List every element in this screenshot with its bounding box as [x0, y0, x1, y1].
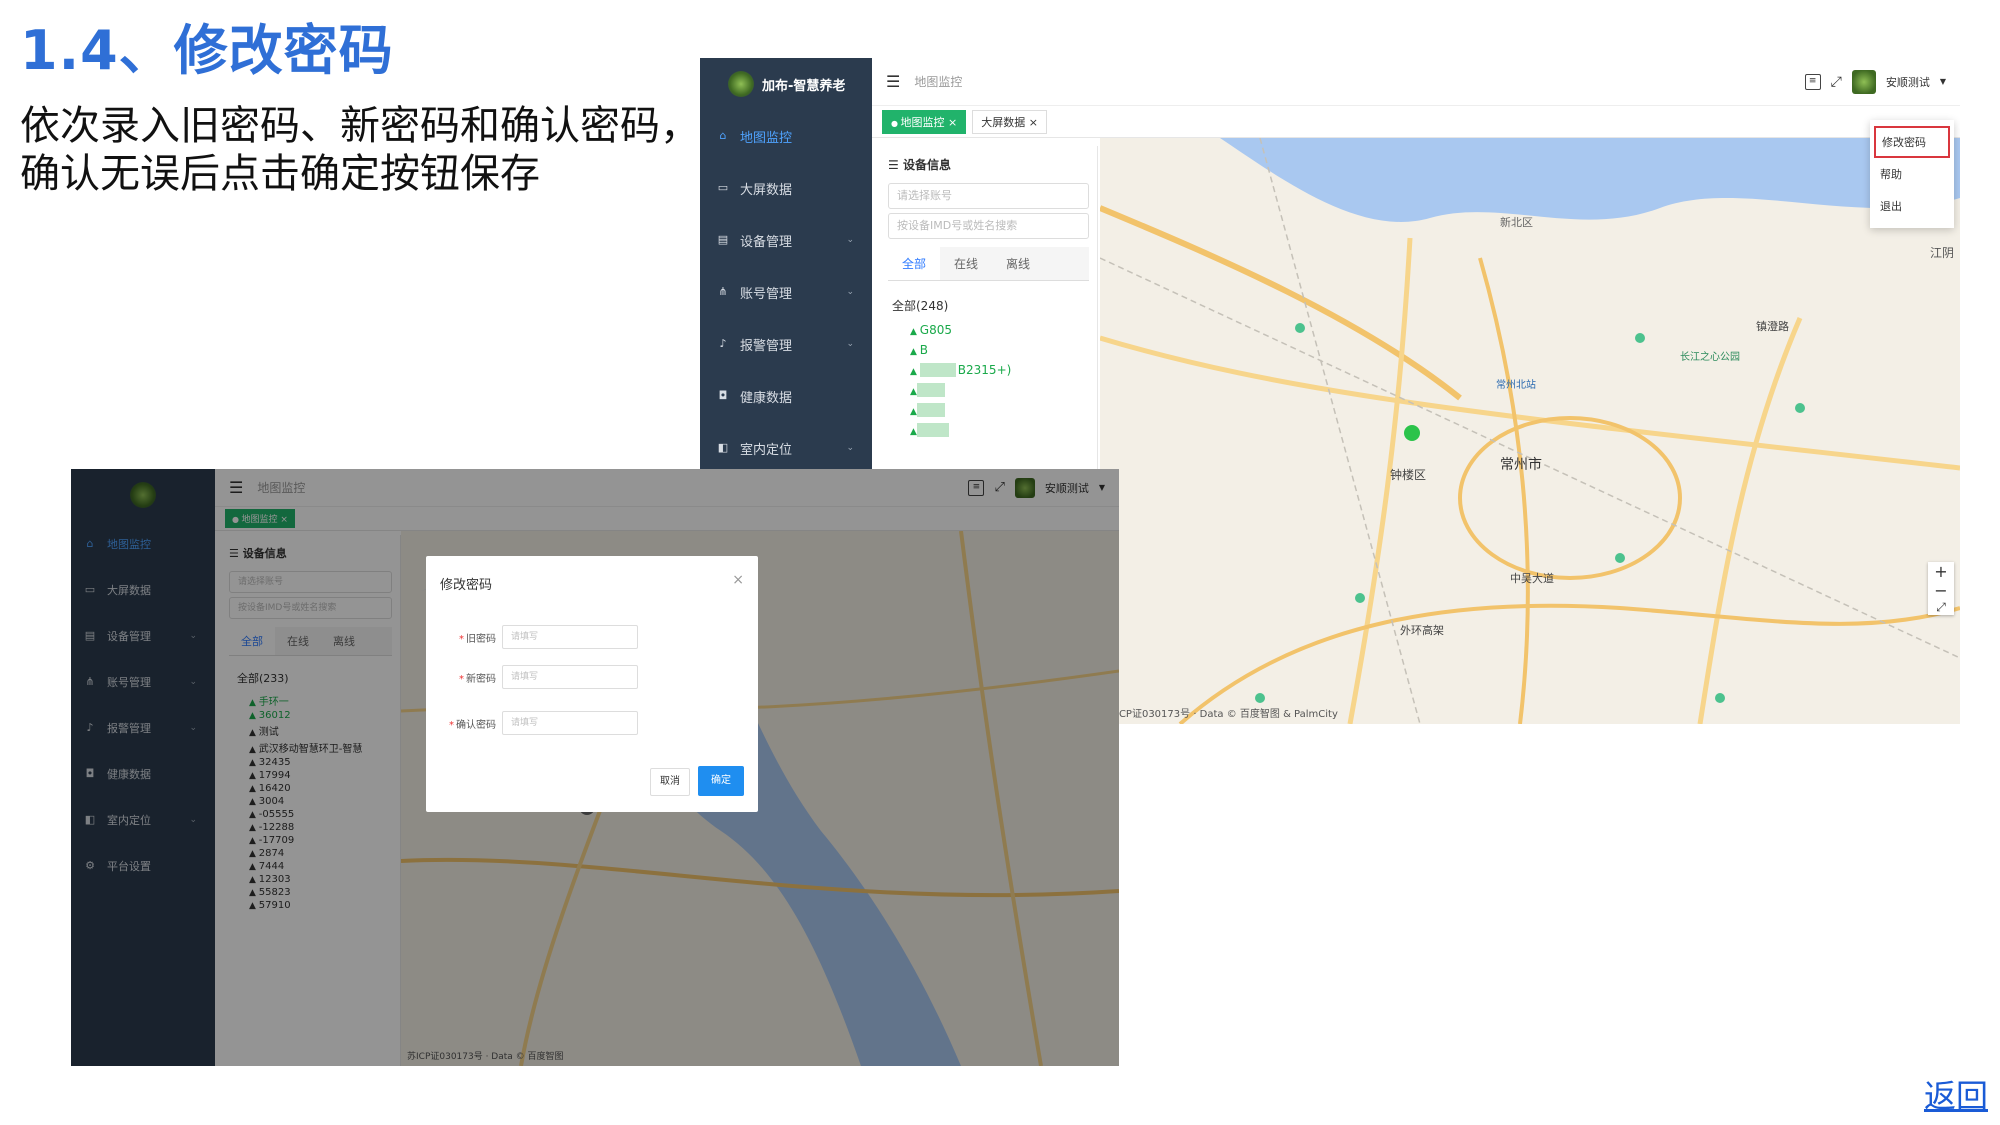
map-label: 外环高架	[1400, 624, 1444, 637]
old-password-row: * 旧密码 请填写	[426, 624, 758, 650]
chevron-down-icon: ⌄	[846, 287, 854, 297]
sidebar-item-account[interactable]: ⋔ 账号管理 ⌄	[700, 266, 872, 318]
confirm-button[interactable]: 确定	[698, 766, 744, 796]
fullscreen-map-icon[interactable]: ⤢	[1928, 600, 1954, 615]
new-password-input[interactable]: 请填写	[502, 665, 638, 689]
logout-menu-item[interactable]: 退出	[1870, 190, 1954, 222]
tab-all[interactable]: 全部	[888, 247, 941, 280]
tag-bar: 地图监控 × 大屏数据 ×	[872, 106, 1960, 138]
new-password-label: * 新密码	[459, 673, 496, 685]
user-tree-icon: ⋔	[718, 285, 728, 298]
fullscreen-icon[interactable]: ⤢	[1831, 74, 1842, 90]
tree-item[interactable]	[880, 380, 1097, 400]
zoom-in-button[interactable]: +	[1928, 562, 1954, 581]
tree-item[interactable]	[880, 420, 1097, 440]
brand-logo-icon	[728, 71, 754, 97]
bell-icon: ♪	[719, 337, 727, 350]
old-password-label: * 旧密码	[459, 633, 496, 645]
screen-icon: ▭	[717, 181, 729, 194]
tree-item[interactable]	[880, 400, 1097, 420]
slide-description: 依次录入旧密码、新密码和确认密码， 确认无误后点击确定按钮保存	[20, 102, 700, 198]
avatar[interactable]	[1851, 69, 1876, 94]
user-name[interactable]: 安顺测试	[1886, 74, 1930, 90]
screenshot-change-password: ⌂ 地图监控 ▭ 大屏数据 ▤ 设备管理 ⌄ ⋔ 账号管理 ⌄ ♪ 报警管理 ⌄ ◘ 健康数据 ◧…	[71, 469, 1119, 1066]
zoom-control: + − ⤢	[1928, 562, 1954, 615]
confirm-password-input[interactable]: 请填写	[502, 711, 638, 735]
chevron-down-icon: ⌄	[846, 235, 854, 245]
brand-name: 加布-智慧养老	[762, 78, 846, 94]
new-password-row: * 新密码 请填写	[426, 664, 758, 690]
close-icon[interactable]: ×	[732, 572, 744, 588]
map-view[interactable]: 常州市 江阴 钟楼区 新北区 中吴大道 外环高架 镇澄路 长江之心公园 常州北站…	[1100, 138, 1960, 724]
change-password-dialog: 修改密码 × * 旧密码 请填写 * 新密码 请填写 * 确认密码 请填写 取消 确定	[426, 556, 758, 812]
home-icon: ⌂	[719, 129, 727, 142]
heart-icon: ◘	[718, 389, 728, 402]
help-menu-item[interactable]: 帮助	[1870, 158, 1954, 190]
top-bar: ☰ 地图监控 ≡ ⤢ 安顺测试 ▼	[872, 58, 1960, 106]
map-copyright: 苏ICP证030173号 · Data © 百度智图 & PalmCity	[1106, 709, 1338, 720]
breadcrumb: 地图监控	[914, 75, 963, 89]
status-tabs: 全部 在线 离线	[888, 247, 1089, 281]
sidebar-item-map[interactable]: ⌂ 地图监控	[700, 110, 872, 162]
dialog-title: 修改密码	[440, 578, 493, 593]
description-line-2: 确认无误后点击确定按钮保存	[20, 151, 540, 197]
tree-item[interactable]: G805	[880, 320, 1097, 340]
cancel-button[interactable]: 取消	[650, 768, 690, 796]
map-label: 常州北站	[1496, 380, 1536, 391]
back-link[interactable]: 返回	[1924, 1071, 1988, 1117]
sidebar-item-device[interactable]: ▤ 设备管理 ⌄	[700, 214, 872, 266]
map-label: 镇澄路	[1756, 320, 1789, 333]
sidebar-item-screen[interactable]: ▭ 大屏数据	[700, 162, 872, 214]
tab-online[interactable]: 在线	[940, 247, 992, 280]
tree-root[interactable]: 全部(248)	[880, 281, 1097, 320]
confirm-password-label: * 确认密码	[449, 719, 496, 731]
device-icon: ▤	[717, 233, 729, 246]
document-icon[interactable]: ≡	[1804, 73, 1821, 90]
map-label: 新北区	[1500, 216, 1533, 229]
sidebar-item-indoor[interactable]: ◧ 室内定位 ⌄	[700, 422, 872, 474]
menu-toggle-icon[interactable]: ☰	[886, 72, 900, 91]
old-password-input[interactable]: 请填写	[502, 625, 638, 649]
tree-item[interactable]: B2315+)	[880, 360, 1097, 380]
account-select[interactable]: 请选择账号	[888, 183, 1089, 209]
tab-map[interactable]: 地图监控 ×	[882, 109, 967, 134]
tree-item[interactable]: B	[880, 340, 1097, 360]
map-label: 长江之心公园	[1680, 352, 1740, 363]
confirm-password-row: * 确认密码 请填写	[426, 710, 758, 736]
map-label: 中吴大道	[1510, 572, 1554, 585]
user-dropdown: 修改密码 帮助 退出	[1870, 120, 1954, 228]
brand: 加布-智慧养老	[700, 58, 872, 110]
slide-title: 1.4、修改密码	[20, 19, 394, 82]
map-label: 江阴	[1929, 246, 1954, 260]
sidebar-item-health[interactable]: ◘ 健康数据	[700, 370, 872, 422]
zoom-out-button[interactable]: −	[1928, 581, 1954, 600]
tab-offline[interactable]: 离线	[992, 247, 1044, 280]
caret-down-icon[interactable]: ▼	[1940, 77, 1946, 86]
chevron-down-icon: ⌄	[846, 339, 854, 349]
chevron-down-icon: ⌄	[846, 443, 854, 453]
change-password-menu-item[interactable]: 修改密码	[1874, 126, 1950, 158]
map-label: 钟楼区	[1390, 468, 1427, 482]
description-line-1: 依次录入旧密码、新密码和确认密码，	[20, 103, 700, 149]
map-label-city: 常州市	[1500, 457, 1542, 473]
location-icon: ◧	[717, 441, 729, 454]
panel-title: ☰ 设备信息	[888, 158, 951, 172]
sidebar-item-alarm[interactable]: ♪ 报警管理 ⌄	[700, 318, 872, 370]
device-search-input[interactable]: 按设备IMD号或姓名搜索	[888, 213, 1089, 239]
tab-screen[interactable]: 大屏数据 ×	[972, 109, 1047, 134]
